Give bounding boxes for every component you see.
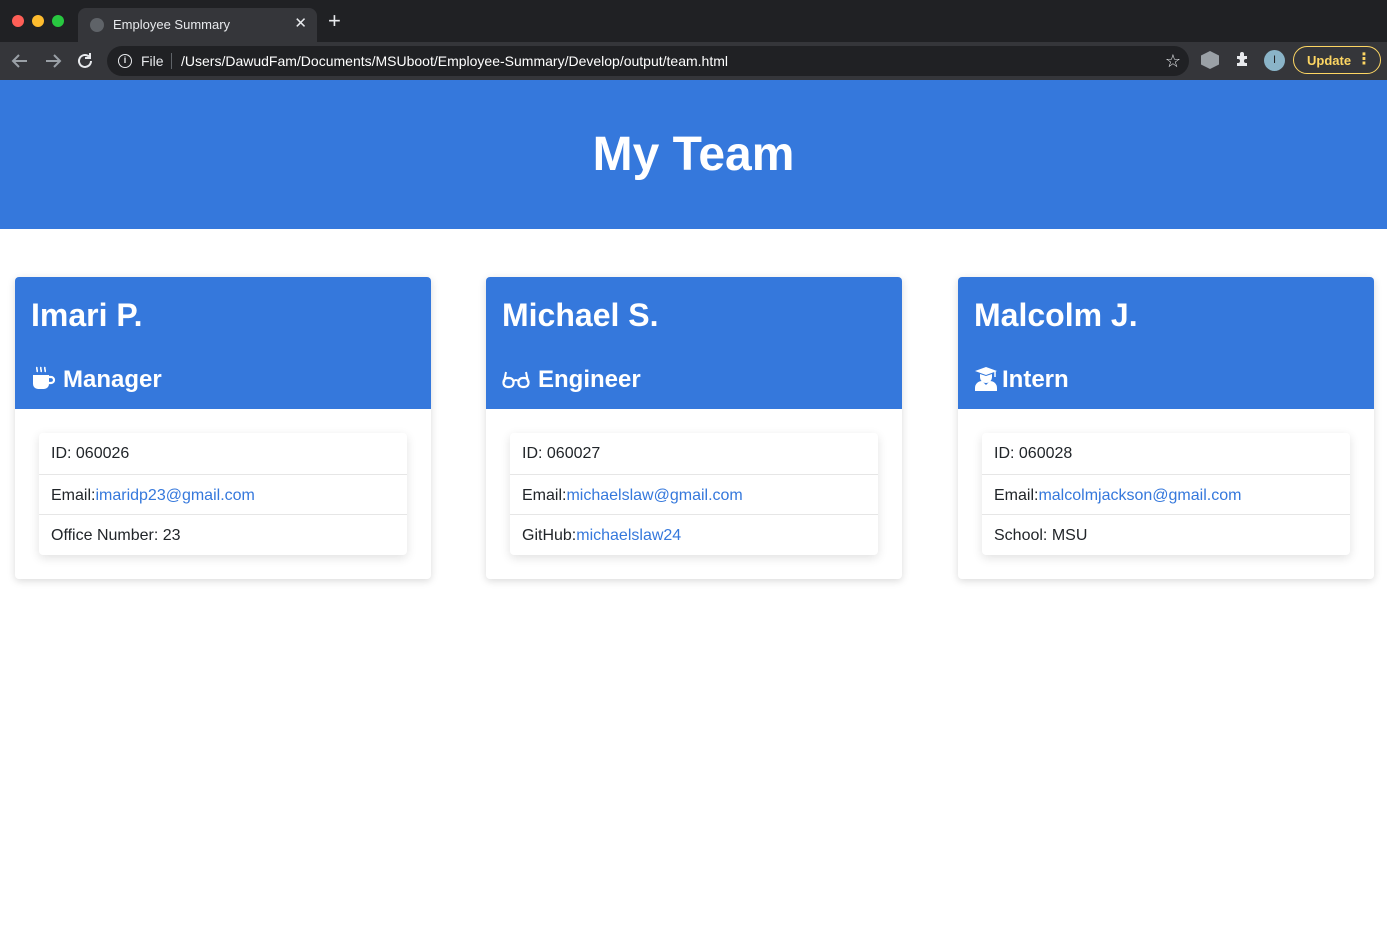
- card-header: Michael S. Engineer: [486, 277, 902, 409]
- tab-title: Employee Summary: [113, 17, 231, 32]
- update-label: Update: [1307, 53, 1352, 68]
- employee-email-row: Email:imaridp23@gmail.com: [39, 474, 407, 515]
- school-text: School: MSU: [994, 527, 1088, 544]
- card-header: Malcolm J. Intern: [958, 277, 1374, 409]
- globe-icon: [90, 18, 104, 32]
- employee-card-manager: Imari P. Manager ID: 060026 Email:imarid…: [15, 277, 431, 579]
- page-title: My Team: [592, 128, 795, 181]
- email-prefix: Email:: [522, 487, 567, 504]
- browser-toolbar: i File /Users/DawudFam/Documents/MSUboot…: [0, 42, 1387, 80]
- employee-details-list: ID: 060028 Email:malcolmjackson@gmail.co…: [982, 433, 1350, 555]
- email-prefix: Email:: [51, 487, 96, 504]
- card-header: Imari P. Manager: [15, 277, 431, 409]
- employee-details-list: ID: 060027 Email:michaelslaw@gmail.com G…: [510, 433, 878, 555]
- profile-avatar[interactable]: I: [1264, 50, 1285, 71]
- employee-card-engineer: Michael S. Engineer ID: 060027 Email:mic…: [486, 277, 902, 579]
- employee-card-intern: Malcolm J. Intern ID: 060028 Email:malco…: [958, 277, 1374, 579]
- puzzle-icon[interactable]: [1234, 50, 1252, 73]
- scheme-label: File: [141, 53, 164, 69]
- maximize-window-button[interactable]: [52, 15, 64, 27]
- url-text[interactable]: /Users/DawudFam/Documents/MSUboot/Employ…: [181, 53, 728, 69]
- close-window-button[interactable]: [12, 15, 24, 27]
- email-link[interactable]: imaridp23@gmail.com: [95, 487, 254, 504]
- role-label: Intern: [1002, 366, 1069, 393]
- employee-email-row: Email:malcolmjackson@gmail.com: [982, 474, 1350, 515]
- more-vert-icon[interactable]: ⋮: [1356, 51, 1372, 69]
- minimize-window-button[interactable]: [32, 15, 44, 27]
- tab-employee-summary[interactable]: Employee Summary ✕: [78, 8, 317, 42]
- office-number: Office Number: 23: [39, 514, 407, 555]
- github-prefix: GitHub:: [522, 527, 577, 544]
- employee-name: Malcolm J.: [974, 297, 1138, 333]
- new-tab-button[interactable]: +: [328, 10, 341, 32]
- address-separator: [171, 53, 172, 69]
- school-row: School: MSU: [982, 514, 1350, 555]
- employee-id: ID: 060028: [994, 445, 1073, 462]
- email-link[interactable]: michaelslaw@gmail.com: [566, 487, 742, 504]
- tab-close-icon[interactable]: ✕: [294, 15, 307, 33]
- bookmark-star-icon[interactable]: ☆: [1165, 50, 1181, 72]
- github-row: GitHub:michaelslaw24: [510, 514, 878, 555]
- employee-name: Michael S.: [502, 297, 659, 333]
- forward-arrow-icon[interactable]: [42, 50, 64, 72]
- office-number-text: Office Number: 23: [51, 527, 181, 544]
- extension-icon[interactable]: [1201, 51, 1219, 69]
- page-header: My Team: [0, 80, 1387, 229]
- graduate-icon: [974, 366, 1000, 392]
- address-bar[interactable]: i File /Users/DawudFam/Documents/MSUboot…: [107, 46, 1189, 76]
- email-prefix: Email:: [994, 487, 1039, 504]
- back-arrow-icon[interactable]: [9, 50, 31, 72]
- browser-tab-strip: Employee Summary ✕ +: [0, 0, 1387, 42]
- reload-icon[interactable]: [74, 50, 96, 72]
- employee-name: Imari P.: [31, 297, 143, 333]
- glasses-icon: [502, 366, 530, 392]
- employee-email-row: Email:michaelslaw@gmail.com: [510, 474, 878, 515]
- github-link[interactable]: michaelslaw24: [576, 527, 681, 544]
- email-link[interactable]: malcolmjackson@gmail.com: [1038, 487, 1241, 504]
- role-label: Manager: [63, 366, 162, 393]
- employee-details-list: ID: 060026 Email:imaridp23@gmail.com Off…: [39, 433, 407, 555]
- info-icon[interactable]: i: [118, 54, 132, 68]
- mug-icon: [31, 366, 57, 392]
- role-label: Engineer: [538, 366, 641, 393]
- update-button[interactable]: Update ⋮: [1293, 46, 1381, 74]
- employee-id: ID: 060026: [51, 445, 130, 462]
- employee-id: ID: 060027: [522, 445, 601, 462]
